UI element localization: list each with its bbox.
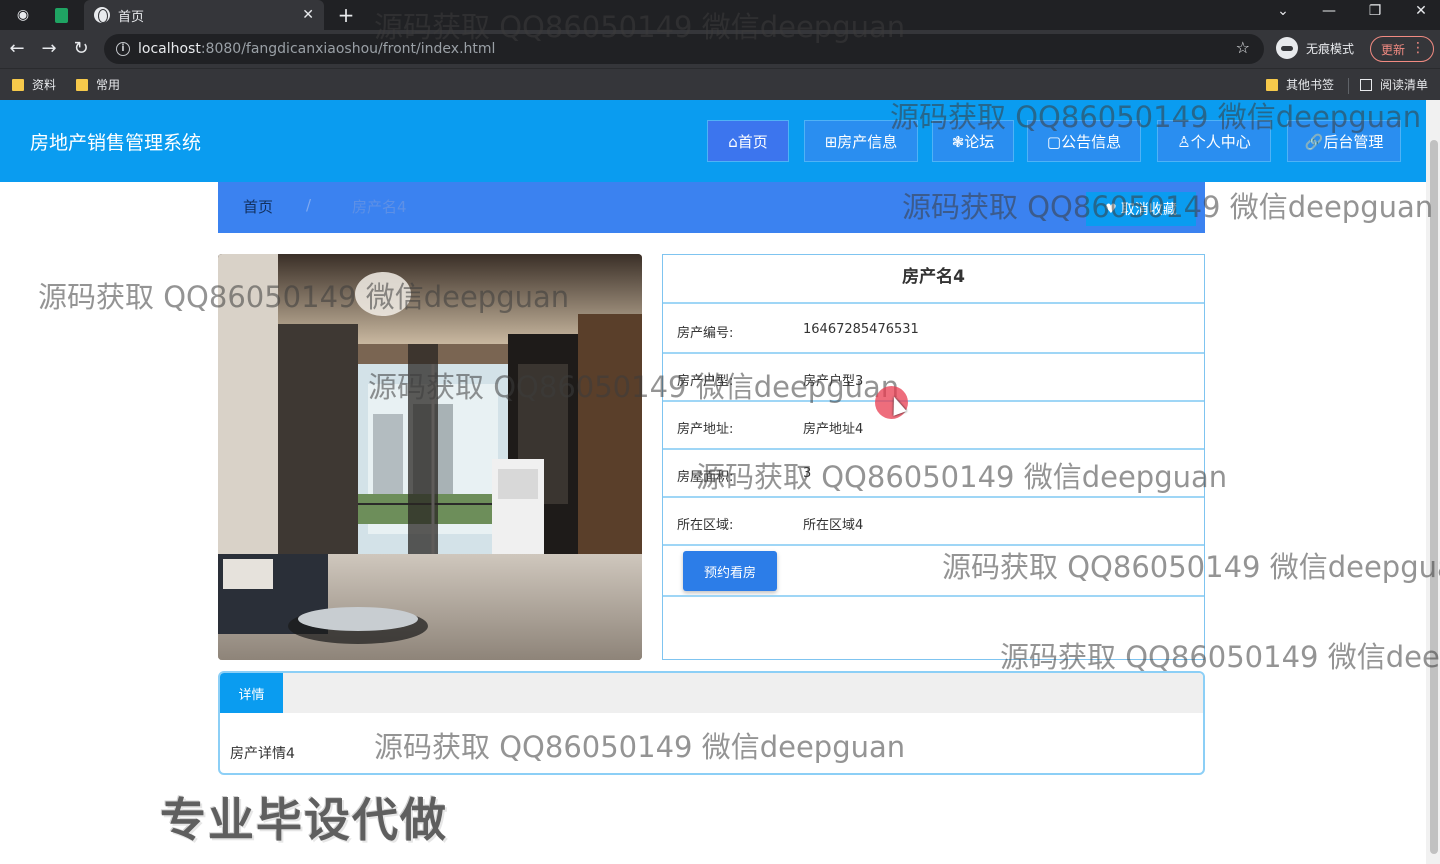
panel-divider xyxy=(663,595,1204,597)
browser-tab-bar: ◉ 首页 ✕ + ⌄ — ❐ ✕ xyxy=(0,0,1440,30)
url-path: :8080/fangdicanxiaoshou/front/index.html xyxy=(200,41,496,57)
nav-forum[interactable]: ❃论坛 xyxy=(932,120,1014,162)
info-row-area: 房屋面积: 3 xyxy=(663,450,1204,498)
other-bookmarks[interactable]: 其他书签 xyxy=(1266,76,1334,93)
book-viewing-button[interactable]: 预约看房 xyxy=(683,551,777,591)
details-section: 详情 房产详情4 xyxy=(218,671,1205,775)
bookmarks-bar: 资料 常用 其他书签 阅读清单 xyxy=(0,68,1440,100)
site-info-icon[interactable]: i xyxy=(116,42,130,56)
info-row-code: 房产编号: 16467285476531 xyxy=(663,306,1204,354)
promo-overlay-text: 专业毕设代做 xyxy=(160,793,448,847)
app-header: 房地产销售管理系统 ⌂首页 ⊞房产信息 ❃论坛 ▢公告信息 ♙个人中心 🔗后台管… xyxy=(0,100,1440,182)
reload-icon[interactable]: ↻ xyxy=(70,38,92,60)
new-tab-icon[interactable]: + xyxy=(334,3,358,27)
unfavorite-label: 取消收藏 xyxy=(1120,202,1177,218)
nav-announcements[interactable]: ▢公告信息 xyxy=(1027,120,1141,162)
house-info-panel: 房产名4 房产编号: 16467285476531 房产户型: 房产户型3 房产… xyxy=(662,254,1205,660)
nav-house-info[interactable]: ⊞房产信息 xyxy=(804,120,918,162)
bookmark-label: 常用 xyxy=(96,78,121,92)
breadcrumb-separator: / xyxy=(306,196,312,214)
info-label: 房产户型: xyxy=(677,374,734,389)
folder-icon xyxy=(1266,78,1278,91)
info-row-layout: 房产户型: 房产户型3 xyxy=(663,354,1204,402)
details-tab-bar: 详情 xyxy=(220,673,1203,713)
unfavorite-button[interactable]: ♥ 取消收藏 xyxy=(1086,192,1196,226)
incognito-label: 无痕模式 xyxy=(1306,41,1355,56)
reading-list-label: 阅读清单 xyxy=(1380,78,1429,92)
bookmark-folder-ziliao[interactable]: 资料 xyxy=(12,76,56,93)
back-arrow-icon[interactable]: ← xyxy=(6,38,28,60)
close-tab-icon[interactable]: ✕ xyxy=(302,7,314,23)
breadcrumb: 首页 / 房产名4 ♥ 取消收藏 xyxy=(218,182,1205,233)
reading-list-icon xyxy=(1360,78,1372,91)
nav-admin[interactable]: 🔗后台管理 xyxy=(1287,120,1401,162)
folder-icon xyxy=(76,78,88,91)
house-name: 房产名4 xyxy=(663,255,1204,304)
minimize-icon[interactable]: — xyxy=(1314,3,1344,19)
app-title: 房地产销售管理系统 xyxy=(30,132,202,154)
menu-dots-icon: ⋮ xyxy=(1411,40,1425,56)
bookmark-label: 资料 xyxy=(32,78,57,92)
update-button[interactable]: 更新 ⋮ xyxy=(1370,36,1434,62)
tab-title: 首页 xyxy=(118,9,145,25)
info-value: 房产户型3 xyxy=(803,374,864,389)
restore-icon[interactable]: ❐ xyxy=(1360,3,1390,19)
bookmark-folder-changyong[interactable]: 常用 xyxy=(76,76,120,93)
window-close-icon[interactable]: ✕ xyxy=(1406,3,1436,19)
nav-personal-center[interactable]: ♙个人中心 xyxy=(1157,120,1271,162)
house-photo xyxy=(218,254,642,660)
bookmark-star-icon[interactable]: ☆ xyxy=(1236,38,1250,57)
info-label: 所在区域: xyxy=(677,518,734,533)
info-value: 16467285476531 xyxy=(803,322,919,337)
incognito-indicator[interactable]: 无痕模式 xyxy=(1276,37,1354,59)
info-row-region: 所在区域: 所在区域4 xyxy=(663,498,1204,546)
nav-home[interactable]: ⌂首页 xyxy=(707,120,789,162)
info-row-address: 房产地址: 房产地址4 xyxy=(663,402,1204,450)
reading-list[interactable]: 阅读清单 xyxy=(1360,76,1428,93)
bookmarks-divider xyxy=(1348,78,1349,94)
browser-toolbar: ← → ↻ i localhost:8080/fangdicanxiaoshou… xyxy=(0,30,1440,68)
info-label: 房产地址: xyxy=(677,422,734,437)
breadcrumb-home-link[interactable]: 首页 xyxy=(243,196,273,217)
info-label: 房产编号: xyxy=(677,326,734,341)
other-bookmarks-label: 其他书签 xyxy=(1286,78,1335,92)
incognito-icon xyxy=(1276,37,1298,59)
forward-arrow-icon[interactable]: → xyxy=(38,38,60,60)
folder-icon xyxy=(12,78,24,91)
info-value: 3 xyxy=(803,466,812,481)
pinned-tab-globe-icon[interactable]: ◉ xyxy=(12,4,34,26)
breadcrumb-current: 房产名4 xyxy=(352,198,407,216)
address-bar[interactable]: i localhost:8080/fangdicanxiaoshou/front… xyxy=(104,34,1264,64)
pinned-tab-sheets-icon[interactable] xyxy=(50,4,72,26)
url-host: localhost xyxy=(138,41,201,57)
tab-details[interactable]: 详情 xyxy=(220,673,283,713)
info-value: 所在区域4 xyxy=(803,518,864,533)
info-value: 房产地址4 xyxy=(803,422,864,437)
page-scrollbar-thumb[interactable] xyxy=(1430,140,1438,854)
globe-icon xyxy=(94,7,110,23)
update-label: 更新 xyxy=(1381,42,1406,57)
details-text: 房产详情4 xyxy=(230,746,295,762)
info-label: 房屋面积: xyxy=(677,470,734,485)
browser-tab-active[interactable]: 首页 ✕ xyxy=(84,0,324,30)
heart-icon: ♥ xyxy=(1105,201,1117,217)
tab-search-chevron-icon[interactable]: ⌄ xyxy=(1268,3,1298,19)
living-room-image xyxy=(218,254,642,660)
